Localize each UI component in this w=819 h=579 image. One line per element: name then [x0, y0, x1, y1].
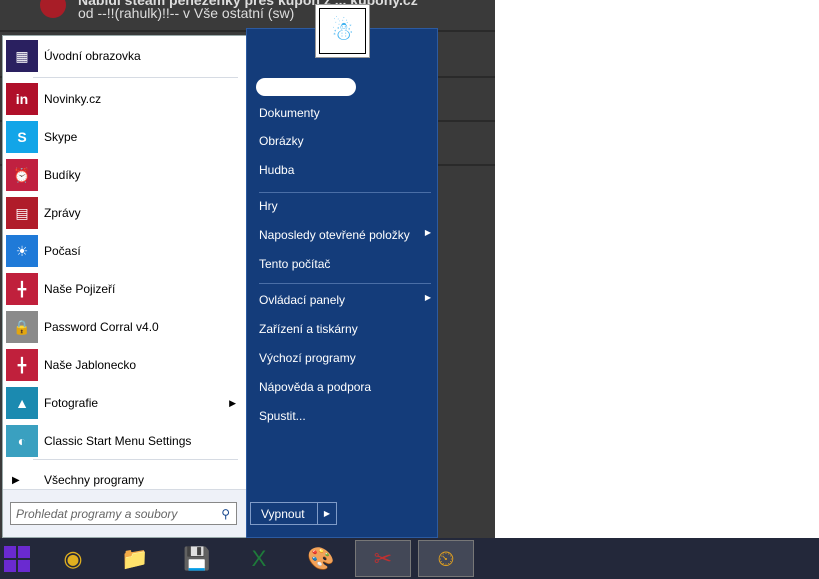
- places-label: Obrázky: [259, 134, 304, 148]
- places-item[interactable]: Obrázky: [259, 134, 431, 148]
- forum-topic-icon: [40, 0, 66, 18]
- weather-icon: ☀: [6, 235, 38, 267]
- news-icon: ▤: [6, 197, 38, 229]
- program-label: Počasí: [44, 244, 81, 258]
- places-item[interactable]: Zařízení a tiskárny: [259, 322, 431, 336]
- program-item[interactable]: ▦ Úvodní obrazovka: [6, 38, 244, 74]
- places-label: Naposledy otevřené položky: [259, 228, 410, 242]
- start-menu-programs: ▶ Všechny programy Prohledat programy a …: [2, 35, 247, 538]
- taskbar-floppy-64-icon[interactable]: 💾: [169, 540, 225, 577]
- program-item[interactable]: 🔒 Password Corral v4.0: [6, 309, 244, 345]
- shutdown-options-arrow-icon[interactable]: ▶: [318, 503, 336, 524]
- places-label: Hudba: [259, 163, 295, 177]
- program-label: Skype: [44, 130, 78, 144]
- taskbar-outlook-calendar-icon[interactable]: ⏲: [418, 540, 474, 577]
- taskbar: ◉ 📁 💾 X 🎨 ✂ ⏲: [0, 538, 819, 579]
- photos-icon: ▲: [6, 387, 38, 419]
- taskbar-paint-icon[interactable]: 🎨: [293, 540, 349, 577]
- program-label: Novinky.cz: [44, 92, 102, 106]
- all-programs-label: Všechny programy: [44, 473, 145, 487]
- taskbar-excel-icon[interactable]: X: [231, 540, 287, 577]
- program-item[interactable]: ◐ Classic Start Menu Settings: [6, 423, 244, 459]
- places-item[interactable]: Dokumenty: [259, 106, 431, 120]
- places-item[interactable]: Hry: [259, 199, 431, 213]
- submenu-arrow-icon: ▶: [229, 397, 236, 408]
- pojizeri-icon: ╋: [6, 273, 38, 305]
- user-picture-icon: ☃: [319, 8, 366, 54]
- taskbar-snipping-tool-icon[interactable]: ✂: [355, 540, 411, 577]
- password-icon: 🔒: [6, 311, 38, 343]
- places-label: Tento počítač: [259, 257, 331, 271]
- program-label: Fotografie: [44, 396, 99, 410]
- places-item[interactable]: Naposledy otevřené položky ▶: [259, 228, 431, 242]
- taskbar-chrome-icon[interactable]: ◉: [45, 540, 101, 577]
- start-menu-places: Dokumenty Obrázky Hudba Hry Naposledy otevře…: [246, 28, 438, 538]
- background-text: od --!!(rahulk)!!-- v Vše ostatní (sw): [78, 5, 295, 21]
- places-item[interactable]: Spustit...: [259, 409, 431, 423]
- start-button[interactable]: [4, 546, 30, 572]
- program-item[interactable]: ╋ Naše Pojizeří: [6, 271, 244, 307]
- program-label: Password Corral v4.0: [44, 320, 159, 334]
- taskbar-file-explorer-icon[interactable]: 📁: [107, 540, 163, 577]
- shutdown-button[interactable]: Vypnout ▶: [250, 502, 337, 525]
- program-label: Zprávy: [44, 206, 81, 220]
- places-item[interactable]: Ovládací panely ▶: [259, 293, 431, 307]
- search-icon[interactable]: ⚲: [221, 507, 230, 521]
- alarm-icon: ⏰: [6, 159, 38, 191]
- jablonecko-icon: ╋: [6, 349, 38, 381]
- places-label: Výchozí programy: [259, 351, 356, 365]
- program-item[interactable]: ▲ Fotografie ▶: [6, 385, 244, 421]
- program-label: Classic Start Menu Settings: [44, 434, 192, 448]
- user-name-redacted: [256, 78, 356, 96]
- submenu-arrow-icon: ▶: [424, 228, 431, 237]
- places-label: Dokumenty: [259, 106, 320, 120]
- shell-icon: ◐: [6, 425, 38, 457]
- shutdown-label: Vypnout: [251, 503, 318, 524]
- places-label: Hry: [259, 199, 278, 213]
- program-label: Naše Jablonecko: [44, 358, 137, 372]
- places-item[interactable]: Hudba: [259, 163, 431, 177]
- program-item[interactable]: ☀ Počasí: [6, 233, 244, 269]
- user-avatar[interactable]: ☃: [315, 4, 370, 58]
- start-screen-icon: ▦: [6, 40, 38, 72]
- submenu-arrow-icon: ▶: [424, 293, 431, 302]
- triangle-right-icon: ▶: [12, 474, 20, 486]
- novinky-icon: in: [6, 83, 38, 115]
- program-label: Budíky: [44, 168, 81, 182]
- search-placeholder: Prohledat programy a soubory: [16, 506, 178, 521]
- places-label: Ovládací panely: [259, 293, 346, 307]
- program-label: Úvodní obrazovka: [44, 49, 141, 63]
- program-item[interactable]: ▤ Zprávy: [6, 195, 244, 231]
- program-item[interactable]: in Novinky.cz: [6, 81, 244, 117]
- search-input[interactable]: Prohledat programy a soubory ⚲: [10, 502, 237, 525]
- skype-icon: S: [6, 121, 38, 153]
- program-item[interactable]: ⏰ Budíky: [6, 157, 244, 193]
- places-label: Zařízení a tiskárny: [259, 322, 358, 336]
- places-item[interactable]: Výchozí programy: [259, 351, 431, 365]
- program-item[interactable]: ╋ Naše Jablonecko: [6, 347, 244, 383]
- places-label: Nápověda a podpora: [259, 380, 372, 394]
- places-item[interactable]: Tento počítač: [259, 257, 431, 271]
- program-label: Naše Pojizeří: [44, 282, 116, 296]
- places-item[interactable]: Nápověda a podpora: [259, 380, 431, 394]
- places-label: Spustit...: [259, 409, 306, 423]
- program-item[interactable]: S Skype: [6, 119, 244, 155]
